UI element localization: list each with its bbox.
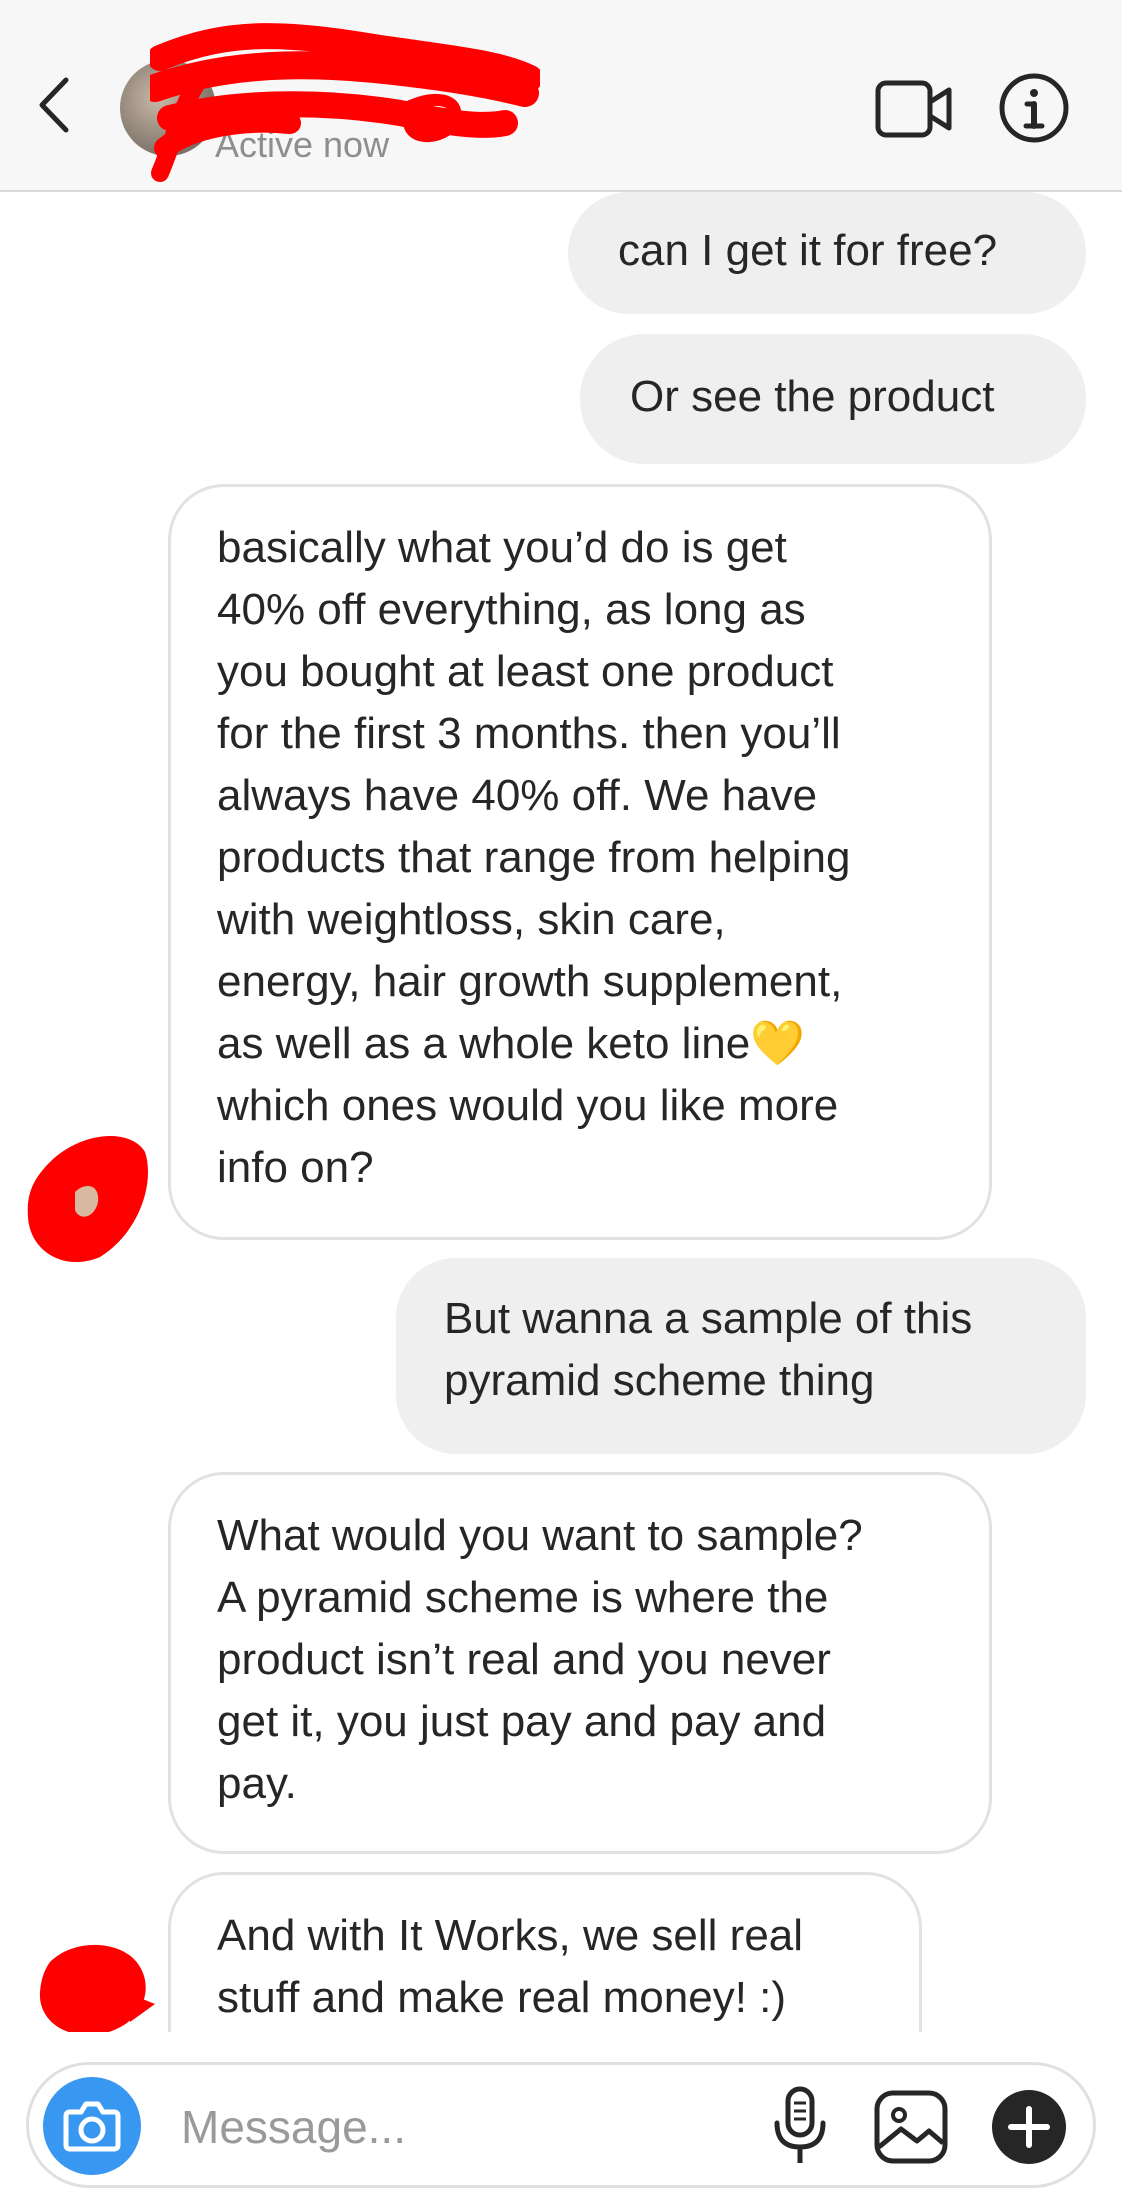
message-bubble-outgoing[interactable]: But wanna a sample of this pyramid schem…: [396, 1258, 1086, 1454]
video-call-button[interactable]: [875, 78, 953, 140]
sender-avatar-redacted: [39, 1944, 155, 2032]
message-text: can I get it for free?: [618, 226, 998, 275]
message-bubble-incoming[interactable]: And with It Works, we sell real stuff an…: [168, 1872, 922, 2032]
message-text: basically what you’d do is get 40% off e…: [217, 523, 851, 1192]
sender-avatar-redacted: [27, 1135, 148, 1263]
more-button[interactable]: [989, 2087, 1069, 2167]
message-text: What would you want to sample? A pyramid…: [217, 1511, 863, 1808]
message-bubble-incoming[interactable]: basically what you’d do is get 40% off e…: [168, 484, 992, 1240]
message-bubble-outgoing[interactable]: can I get it for free?: [568, 192, 1086, 314]
chat-header: Active now: [0, 0, 1122, 192]
message-text: Or see the product: [630, 372, 995, 421]
microphone-icon: [774, 2086, 826, 2163]
message-text: But wanna a sample of this pyramid schem…: [444, 1294, 973, 1405]
camera-button[interactable]: [43, 2077, 141, 2175]
voice-message-button[interactable]: [769, 2085, 831, 2169]
info-icon: [999, 73, 1069, 143]
message-composer: [26, 2062, 1096, 2188]
back-button[interactable]: [30, 70, 80, 140]
info-button[interactable]: [998, 72, 1070, 144]
message-bubble-incoming[interactable]: What would you want to sample? A pyramid…: [168, 1472, 992, 1854]
gallery-icon: [874, 2090, 948, 2164]
redaction-scribble: [150, 23, 540, 182]
message-input[interactable]: [179, 2095, 743, 2159]
gallery-button[interactable]: [871, 2087, 951, 2167]
plus-icon: [992, 2090, 1066, 2164]
camera-icon: [63, 2101, 121, 2152]
back-chevron-icon: [39, 77, 69, 133]
message-bubble-outgoing[interactable]: Or see the product: [580, 334, 1086, 464]
video-camera-icon: [875, 80, 952, 138]
message-thread[interactable]: can I get it for free? Or see the produc…: [0, 192, 1122, 2032]
message-text: And with It Works, we sell real stuff an…: [217, 1911, 804, 2022]
